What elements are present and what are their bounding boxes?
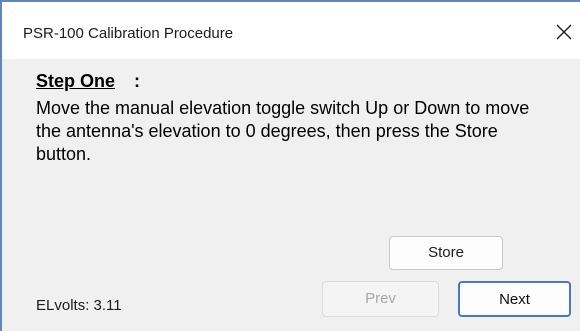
calibration-dialog: PSR-100 Calibration Procedure Step One :…	[0, 0, 580, 331]
prev-button[interactable]: Prev	[322, 281, 439, 317]
next-button[interactable]: Next	[458, 281, 571, 317]
step-heading-colon: :	[134, 71, 140, 91]
elvolts-readout: ELvolts: 3.11	[36, 297, 122, 314]
title-bar: PSR-100 Calibration Procedure	[2, 2, 580, 59]
window-title: PSR-100 Calibration Procedure	[23, 25, 234, 42]
close-icon	[556, 24, 572, 40]
close-button[interactable]	[550, 16, 580, 46]
dialog-body: Step One : Move the manual elevation tog…	[2, 59, 580, 331]
step-instructions: Move the manual elevation toggle switch …	[36, 98, 530, 164]
store-button[interactable]: Store	[389, 236, 503, 270]
step-heading: Step One	[36, 71, 116, 91]
